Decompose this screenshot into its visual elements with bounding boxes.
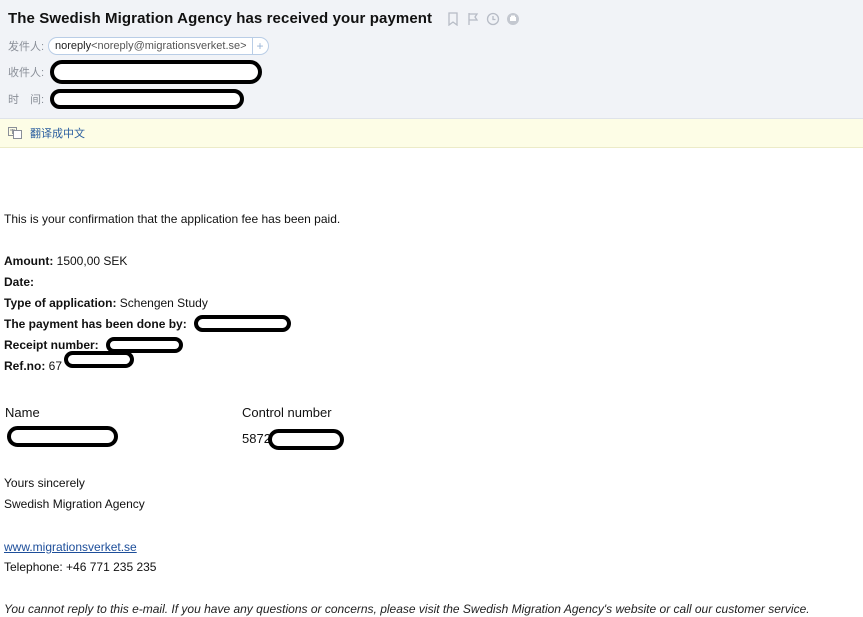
subject-actions xyxy=(446,11,520,26)
redacted-control xyxy=(268,429,344,450)
sender-email: <noreply@migrationsverket.se> xyxy=(91,40,247,52)
translate-link[interactable]: 翻译成中文 xyxy=(30,125,85,141)
receipt-label: Receipt number: xyxy=(4,338,99,352)
type-label: Type of application: xyxy=(4,296,117,310)
redacted-ref xyxy=(64,351,134,368)
email-header: The Swedish Migration Agency has receive… xyxy=(0,0,863,119)
time-row: 时 间: xyxy=(8,89,244,109)
sender-name: noreply xyxy=(55,40,92,52)
no-reply-note: You cannot reply to this e-mail. If you … xyxy=(4,602,810,616)
signature-text: Swedish Migration Agency xyxy=(4,497,145,511)
website-link[interactable]: www.migrationsverket.se xyxy=(4,540,137,554)
amount-value: 1500,00 SEK xyxy=(53,254,128,268)
bookmark-icon[interactable] xyxy=(446,11,460,26)
sender-chip[interactable]: noreply <noreply@migrationsverket.se> + xyxy=(48,37,269,55)
print-icon[interactable] xyxy=(506,12,520,26)
clock-icon[interactable] xyxy=(486,12,500,26)
to-label: 收件人: xyxy=(8,67,45,79)
col-name-header: Name xyxy=(5,405,40,420)
redacted-name xyxy=(7,426,118,447)
ref-line: Ref.no: 67 xyxy=(4,359,62,373)
amount-label: Amount: xyxy=(4,254,54,268)
col-control-header: Control number xyxy=(242,405,332,420)
amount-line: Amount: 1500,00 SEK xyxy=(4,254,127,268)
flag-icon[interactable] xyxy=(466,12,480,26)
time-label: 时 间: xyxy=(8,94,45,106)
translate-bar: 翻译成中文 xyxy=(0,119,863,148)
type-line: Type of application: Schengen Study xyxy=(4,296,208,310)
from-row: 发件人: noreply <noreply@migrationsverket.s… xyxy=(8,37,269,55)
subject-row: The Swedish Migration Agency has receive… xyxy=(8,10,520,27)
telephone-text: Telephone: +46 771 235 235 xyxy=(4,560,157,574)
payment-label: The payment has been done by: xyxy=(4,317,187,331)
to-row: 收件人: xyxy=(8,60,262,84)
add-contact-button[interactable]: + xyxy=(251,38,268,54)
ref-value: 67 xyxy=(45,359,63,373)
type-value: Schengen Study xyxy=(116,296,208,310)
redacted-recipient xyxy=(50,60,262,84)
redacted-payer xyxy=(194,315,291,332)
translate-icon xyxy=(8,126,22,140)
closing-text: Yours sincerely xyxy=(4,476,85,490)
payment-line: The payment has been done by: xyxy=(4,317,187,331)
redacted-time xyxy=(50,89,244,109)
email-subject: The Swedish Migration Agency has receive… xyxy=(8,10,433,27)
control-number-value: 5872 xyxy=(242,431,271,446)
date-label: Date: xyxy=(4,275,35,289)
from-label: 发件人: xyxy=(8,41,45,53)
intro-text: This is your confirmation that the appli… xyxy=(4,212,341,226)
ref-label: Ref.no: xyxy=(4,359,46,373)
receipt-line: Receipt number: xyxy=(4,338,99,352)
date-line: Date: xyxy=(4,275,34,289)
